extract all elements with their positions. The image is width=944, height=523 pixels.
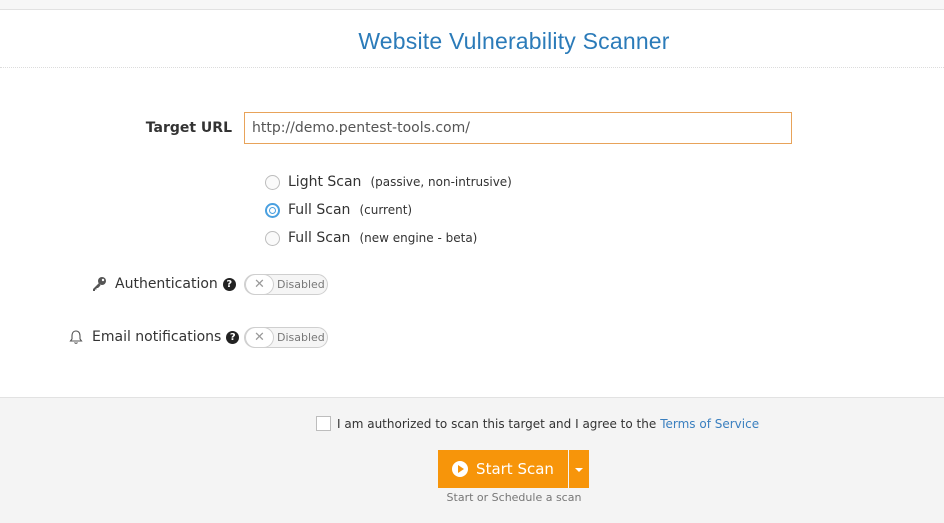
radio-button[interactable] [265,174,280,190]
radio-label: Light Scan [288,174,362,190]
help-icon[interactable]: ? [226,330,240,344]
authentication-label-group: Authentication ? [91,276,236,292]
toggle-state: Disabled [277,331,325,344]
authentication-toggle[interactable]: ✕ Disabled [244,274,328,295]
authorization-checkbox[interactable] [316,416,331,431]
target-url-label: Target URL [145,120,232,136]
toggle-state: Disabled [277,278,325,291]
key-icon [91,276,107,292]
email-notifications-toggle[interactable]: ✕ Disabled [244,327,328,348]
radio-light-scan[interactable]: Light Scan (passive, non-intrusive) [265,174,512,190]
radio-button[interactable] [265,230,280,246]
radio-label: Full Scan [288,230,351,246]
radio-note: (current) [359,203,413,217]
toggle-x-icon: ✕ [245,274,274,295]
schedule-dropdown-button[interactable] [569,450,589,488]
authorization-agreement: I am authorized to scan this target and … [316,416,759,431]
play-icon [452,461,469,477]
radio-note: (passive, non-intrusive) [370,175,512,189]
agreement-text: I am authorized to scan this target and … [337,416,657,431]
title-divider [0,67,944,68]
radio-full-scan-beta[interactable]: Full Scan (new engine - beta) [265,230,477,246]
radio-label: Full Scan [288,202,351,218]
target-url-input[interactable] [244,112,792,144]
top-bar [0,0,944,10]
authentication-label: Authentication [115,276,218,292]
start-scan-label: Start Scan [476,460,554,478]
page-title: Website Vulnerability Scanner [358,28,670,54]
radio-note: (new engine - beta) [359,231,478,245]
terms-of-service-link[interactable]: Terms of Service [660,417,759,431]
start-scan-button[interactable]: Start Scan [438,450,568,488]
start-scan-hint: Start or Schedule a scan [446,491,582,504]
radio-button[interactable] [265,202,280,218]
help-icon[interactable]: ? [222,277,236,291]
radio-full-scan[interactable]: Full Scan (current) [265,202,412,218]
bell-icon [68,329,84,345]
email-notifications-label: Email notifications [92,329,222,345]
toggle-x-icon: ✕ [245,327,274,348]
email-notifications-label-group: Email notifications ? [68,329,240,345]
